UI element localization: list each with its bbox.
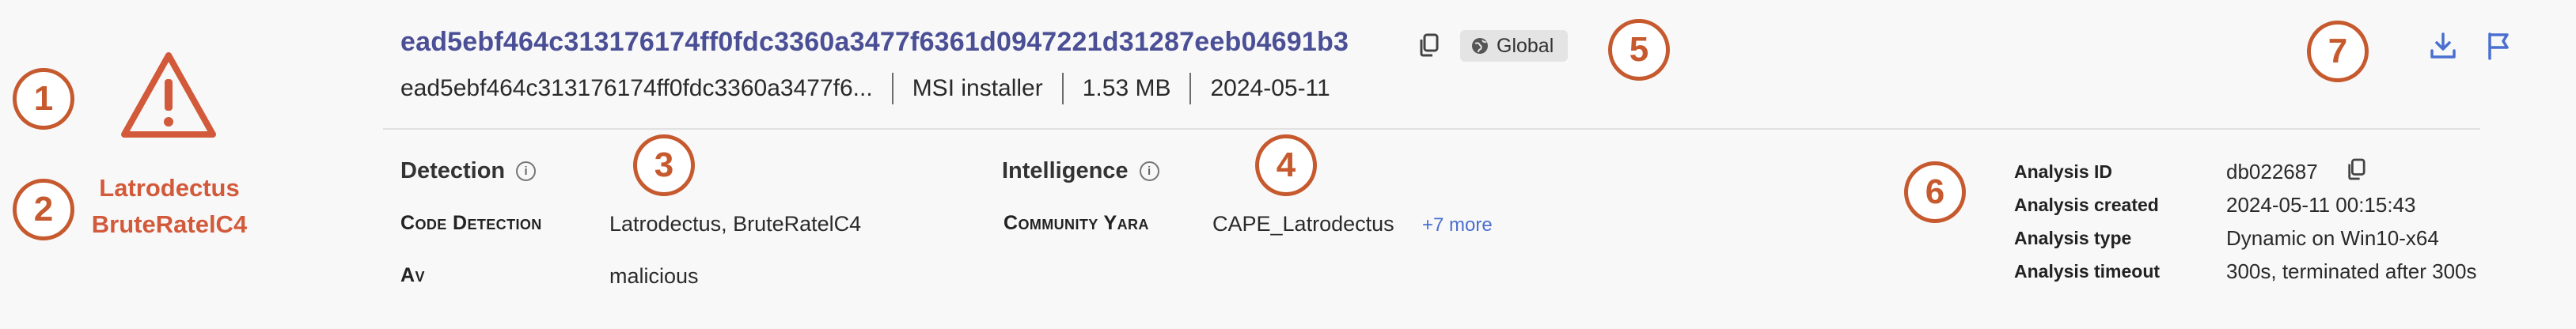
analysis-timeout-label: Analysis timeout bbox=[2014, 261, 2161, 282]
analysis-type-label: Analysis type bbox=[2014, 228, 2132, 248]
file-size: 1.53 MB bbox=[1082, 75, 1171, 101]
analysis-type-value: Dynamic on Win10-x64 bbox=[2226, 226, 2439, 250]
file-type: MSI installer bbox=[912, 75, 1043, 101]
code-detection-value: Latrodectus, BruteRatelC4 bbox=[609, 212, 862, 236]
copy-icon[interactable] bbox=[2346, 158, 2365, 180]
download-icon[interactable] bbox=[2430, 32, 2456, 60]
header-divider bbox=[383, 128, 2480, 130]
community-yara-value: CAPE_Latrodectus bbox=[1212, 212, 1394, 236]
analysis-timeout-value: 300s, terminated after 300s bbox=[2226, 259, 2477, 283]
analysis-id-label: Analysis ID bbox=[2014, 161, 2112, 182]
flag-icon[interactable] bbox=[2486, 32, 2511, 60]
analysis-id-value: db022687 bbox=[2226, 160, 2318, 183]
threat-name-secondary: BruteRatelC4 bbox=[91, 210, 248, 238]
sample-meta-row: ead5ebf464c313176174ff0fdc3360a3477f6...… bbox=[400, 73, 1330, 104]
av-value: malicious bbox=[609, 264, 699, 288]
community-yara-label: Community Yara bbox=[1003, 212, 1149, 234]
intelligence-title: Intelligence i bbox=[1002, 158, 1159, 184]
av-label: Av bbox=[400, 264, 425, 286]
copy-icon[interactable] bbox=[1418, 33, 1439, 57]
callout-6: 6 bbox=[1904, 161, 1966, 223]
callout-1: 1 bbox=[13, 68, 74, 130]
meta-separator bbox=[1189, 73, 1192, 104]
callout-4: 4 bbox=[1255, 134, 1317, 196]
warning-triangle-icon bbox=[120, 51, 218, 139]
callout-7: 7 bbox=[2307, 21, 2369, 82]
short-hash: ead5ebf464c313176174ff0fdc3360a3477f6... bbox=[400, 75, 873, 101]
sample-hash-title[interactable]: ead5ebf464c313176174ff0fdc3360a3477f6361… bbox=[400, 27, 1349, 58]
visibility-badge-label: Global bbox=[1497, 34, 1554, 57]
analysis-created-value: 2024-05-11 00:15:43 bbox=[2226, 193, 2416, 217]
callout-3: 3 bbox=[633, 134, 695, 196]
info-icon[interactable]: i bbox=[1139, 161, 1159, 181]
sample-date: 2024-05-11 bbox=[1210, 75, 1330, 101]
more-yara-link[interactable]: +7 more bbox=[1422, 214, 1493, 236]
visibility-badge: Global bbox=[1460, 30, 1569, 62]
info-icon[interactable]: i bbox=[516, 161, 537, 181]
code-detection-label: Code Detection bbox=[400, 212, 542, 234]
globe-icon bbox=[1471, 37, 1489, 55]
detection-title: Detection i bbox=[400, 158, 537, 184]
analysis-created-label: Analysis created bbox=[2014, 195, 2159, 215]
meta-separator bbox=[891, 73, 893, 104]
threat-name-primary: Latrodectus bbox=[99, 174, 240, 202]
callout-5: 5 bbox=[1608, 19, 1670, 81]
meta-separator bbox=[1061, 73, 1064, 104]
